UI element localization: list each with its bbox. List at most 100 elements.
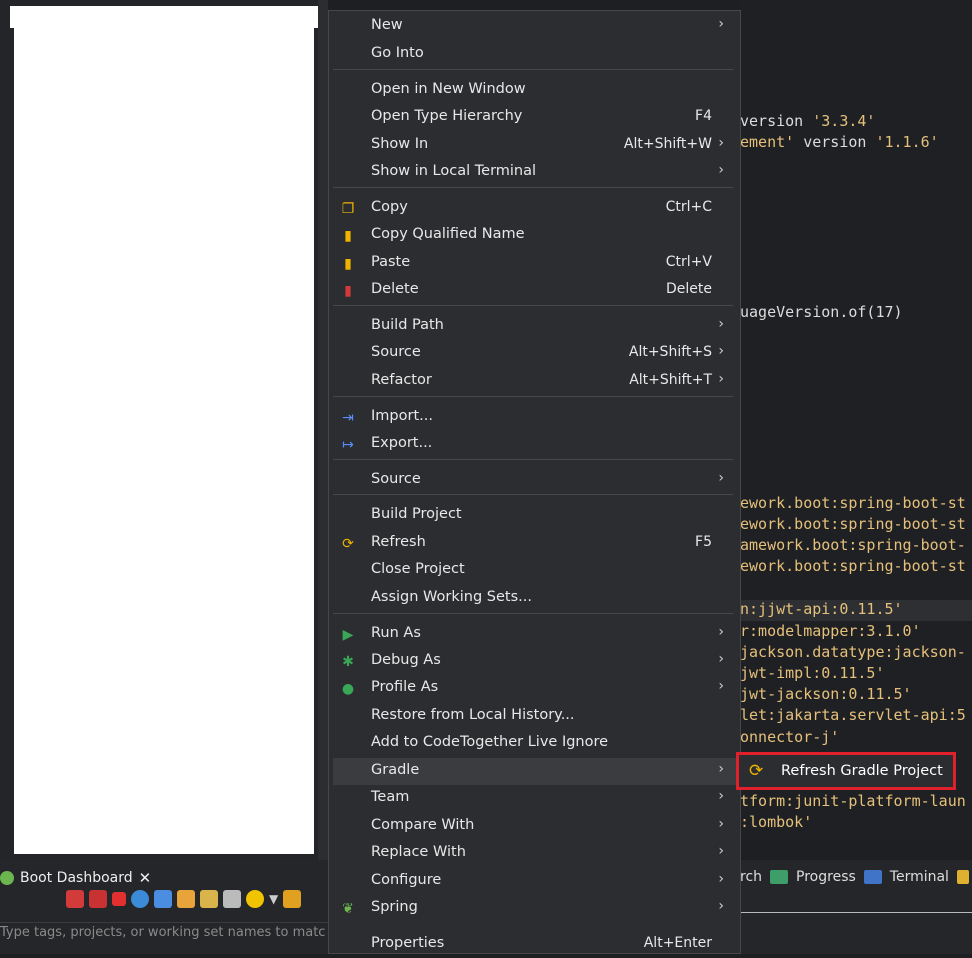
gradle-submenu: ⟳ Refresh Gradle Project <box>736 752 956 790</box>
link-icon[interactable] <box>177 890 195 908</box>
lightbulb-icon[interactable] <box>246 890 264 908</box>
menu-item-label: Compare With <box>371 817 475 833</box>
code-line[interactable]: n:jjwt-api:0.11.5' <box>740 600 903 618</box>
console-icon[interactable] <box>154 890 172 908</box>
menu-close-project[interactable]: Close Project <box>333 557 736 584</box>
refresh-icon: ⟳ <box>749 761 764 781</box>
chevron-right-icon: › <box>718 871 724 887</box>
edit-icon[interactable] <box>200 890 218 908</box>
menu-item-label: Add to CodeTogether Live Ignore <box>371 734 609 750</box>
chevron-down-icon[interactable]: ▼ <box>269 892 278 906</box>
menu-refresh[interactable]: ⟳ Refresh F5 <box>333 530 736 557</box>
collapse-icon[interactable] <box>283 890 302 908</box>
start-icon[interactable] <box>66 890 84 908</box>
menu-item-shortcut: F4 <box>695 108 712 124</box>
menu-separator <box>333 305 733 306</box>
menu-show-in[interactable]: Show In Alt+Shift+W › <box>333 132 736 159</box>
menu-separator <box>333 459 733 460</box>
code-line[interactable]: version '3.3.4' <box>740 112 875 130</box>
chevron-right-icon: › <box>718 162 724 178</box>
menu-item-label: Show in Local Terminal <box>371 163 537 179</box>
document-icon: ▮ <box>344 228 352 244</box>
menu-go-into[interactable]: Go Into <box>333 41 736 68</box>
code-line[interactable]: onnector-j' <box>740 728 839 746</box>
menu-build-project[interactable]: Build Project <box>333 502 736 529</box>
copy-icon: ❐ <box>341 201 355 217</box>
grid-icon[interactable] <box>223 890 241 908</box>
menu-separator <box>333 69 733 70</box>
menu-profile-as[interactable]: ● Profile As › <box>333 675 736 702</box>
chevron-right-icon: › <box>718 135 724 151</box>
menu-assign-working-sets[interactable]: Assign Working Sets... <box>333 585 736 612</box>
menu-show-in-local-terminal[interactable]: Show in Local Terminal › <box>333 159 736 186</box>
menu-item-label: Open Type Hierarchy <box>371 108 523 124</box>
menu-source-1[interactable]: Source Alt+Shift+S › <box>333 340 736 367</box>
menu-add-codetogether-ignore[interactable]: Add to CodeTogether Live Ignore <box>333 730 736 757</box>
code-line[interactable]: jwt-impl:0.11.5' <box>740 664 885 682</box>
menu-import[interactable]: ⇥ Import... <box>333 404 736 431</box>
menu-export[interactable]: ↦ Export... <box>333 431 736 458</box>
menu-open-new-window[interactable]: Open in New Window <box>333 77 736 104</box>
menu-source-2[interactable]: Source › <box>333 467 736 494</box>
progress-icon <box>770 870 789 884</box>
code-line[interactable]: :lombok' <box>740 813 812 831</box>
menu-debug-as[interactable]: ✱ Debug As › <box>333 648 736 675</box>
menu-item-shortcut: Alt+Shift+W <box>623 136 712 152</box>
menu-team[interactable]: Team › <box>333 785 736 812</box>
explorer-scroll-gutter <box>318 0 328 860</box>
code-line[interactable]: ework.boot:spring-boot-st <box>740 515 966 533</box>
code-line[interactable]: jwt-jackson:0.11.5' <box>740 685 912 703</box>
menu-item-label: Source <box>371 471 421 487</box>
menu-refactor[interactable]: Refactor Alt+Shift+T › <box>333 368 736 395</box>
menu-item-label: Copy Qualified Name <box>371 226 525 242</box>
chevron-right-icon: › <box>718 678 724 694</box>
export-icon: ↦ <box>342 437 354 453</box>
restart-icon[interactable] <box>89 890 107 908</box>
tab-terminal[interactable]: Terminal <box>890 869 949 885</box>
menu-copy-qualified-name[interactable]: ▮ Copy Qualified Name <box>333 222 736 249</box>
menu-build-path[interactable]: Build Path › <box>333 313 736 340</box>
code-line[interactable]: ework.boot:spring-boot-st <box>740 494 966 512</box>
menu-separator <box>333 396 733 397</box>
menu-gradle[interactable]: Gradle › <box>333 758 736 785</box>
menu-open-type-hierarchy[interactable]: Open Type Hierarchy F4 <box>333 104 736 131</box>
menu-item-label: Assign Working Sets... <box>371 589 533 605</box>
chevron-right-icon: › <box>718 816 724 832</box>
menu-replace-with[interactable]: Replace With › <box>333 840 736 867</box>
menu-delete[interactable]: ▮ Delete Delete <box>333 277 736 304</box>
code-line[interactable]: tform:junit-platform-laun <box>740 792 966 810</box>
menu-item-label: Open in New Window <box>371 81 526 97</box>
menu-restore-local-history[interactable]: Restore from Local History... <box>333 703 736 730</box>
code-line[interactable]: jackson.datatype:jackson- <box>740 643 966 661</box>
close-icon[interactable]: ✕ <box>139 869 152 887</box>
project-tree[interactable] <box>14 6 314 854</box>
code-line[interactable]: let:jakarta.servlet-api:5 <box>740 706 966 724</box>
context-menu: New › Go Into Open in New Window Open Type H… <box>328 10 741 954</box>
code-line[interactable]: uageVersion.of(17) <box>740 303 903 321</box>
menu-run-as[interactable]: ▶ Run As › <box>333 621 736 648</box>
menu-configure[interactable]: Configure › <box>333 868 736 895</box>
profile-icon: ● <box>341 681 355 697</box>
code-editor[interactable]: version '3.3.4' ement' version '1.1.6' uag… <box>740 0 972 840</box>
submenu-item-label: Refresh Gradle Project <box>781 763 943 779</box>
menu-copy[interactable]: ❐ Copy Ctrl+C <box>333 195 736 222</box>
menu-spring[interactable]: ❦ Spring › <box>333 895 736 922</box>
menu-new[interactable]: New › <box>333 13 736 40</box>
stop-icon[interactable] <box>112 892 126 906</box>
menu-item-label: Build Project <box>371 506 462 522</box>
tab-progress[interactable]: Progress <box>796 869 856 885</box>
terminal-icon <box>863 870 882 884</box>
code-line[interactable]: amework.boot:spring-boot- <box>740 536 966 554</box>
open-browser-icon[interactable] <box>131 890 149 908</box>
chevron-right-icon: › <box>718 651 724 667</box>
code-line[interactable]: ement' version '1.1.6' <box>740 133 939 151</box>
history-icon[interactable] <box>956 870 969 884</box>
menu-paste[interactable]: ▮ Paste Ctrl+V <box>333 250 736 277</box>
code-line[interactable]: r:modelmapper:3.1.0' <box>740 622 921 640</box>
boot-dashboard-filter-input[interactable]: Type tags, projects, or working set name… <box>0 922 330 944</box>
chevron-right-icon: › <box>718 371 724 387</box>
code-line[interactable]: ework.boot:spring-boot-st <box>740 557 966 575</box>
tab-boot-dashboard[interactable]: Boot Dashboard ✕ <box>0 866 151 890</box>
tab-search[interactable]: rch <box>740 869 762 885</box>
menu-compare-with[interactable]: Compare With › <box>333 813 736 840</box>
